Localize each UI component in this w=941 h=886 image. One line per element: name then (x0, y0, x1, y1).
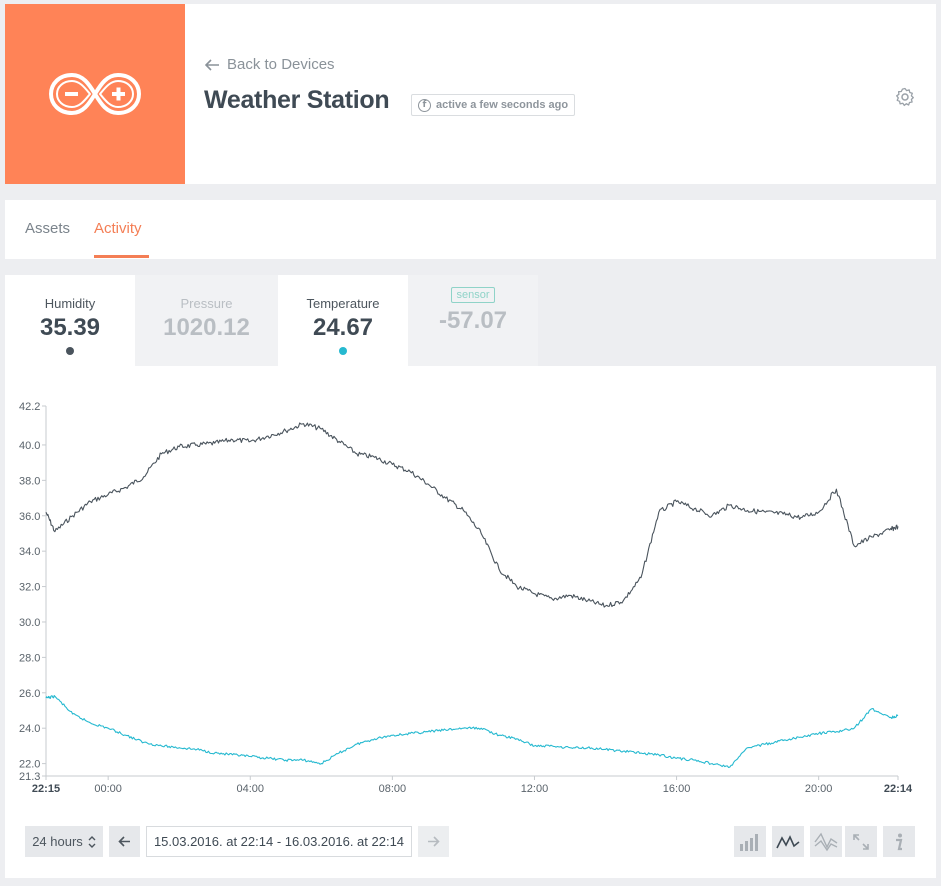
arrow-right-icon (428, 836, 440, 847)
back-link-label: Back to Devices (227, 56, 335, 73)
y-tick-label: 32.0 (19, 582, 40, 594)
x-tick-label: 22:14 (884, 783, 913, 795)
metric-value: 35.39 (39, 314, 101, 341)
area-chart-icon (814, 832, 838, 851)
series-line-temperature (45, 694, 899, 769)
bar-chart-icon (740, 833, 758, 851)
time-range-select[interactable]: 24 hours (25, 826, 103, 857)
x-tick-label: 08:00 (379, 783, 407, 795)
device-logo (5, 4, 185, 184)
metric-label: Humidity (44, 296, 96, 311)
tab-assets[interactable]: Assets (25, 220, 70, 237)
active-tab-indicator (94, 255, 149, 258)
series-color-dot (66, 347, 74, 355)
gear-icon[interactable] (895, 87, 915, 107)
activity-chart: 42.2 40.0 38.0 36.0 34.0 32.0 30.0 28.0 26.0 24.0… (19, 401, 913, 795)
arrow-left-icon (205, 58, 219, 71)
y-tick-label: 36.0 (19, 511, 40, 523)
line-chart-icon (776, 834, 800, 848)
series-color-dot (339, 347, 347, 355)
x-tick-label: 12:00 (521, 783, 549, 795)
page-title: Weather Station (204, 86, 390, 114)
updown-chevron-icon (88, 835, 96, 848)
metric-value: 24.67 (312, 314, 374, 341)
activity-panel: Humidity 35.39 Pressure 1020.12 Temperat… (5, 275, 936, 878)
metric-value: -57.07 (438, 307, 508, 334)
y-tick-label: 42.2 (19, 401, 40, 413)
line-chart-button[interactable] (772, 826, 804, 857)
device-header: Back to Devices Weather Station f active… (5, 4, 936, 184)
expand-icon (853, 833, 869, 850)
metric-label: Pressure (180, 296, 233, 311)
arduino-infinity-icon (48, 72, 142, 116)
sensor-tag: sensor (451, 287, 495, 303)
metric-label: Temperature (306, 296, 380, 311)
status-text: active a few seconds ago (436, 99, 569, 111)
series-line-humidity (45, 422, 899, 608)
back-to-devices-link[interactable]: Back to Devices (205, 56, 335, 73)
x-tick-label: 00:00 (94, 783, 122, 795)
time-range-label: 24 hours (32, 834, 83, 849)
metric-tiles: Humidity 35.39 Pressure 1020.12 Temperat… (5, 275, 936, 366)
y-tick-label: 30.0 (19, 617, 40, 629)
tab-activity[interactable]: Activity (94, 220, 142, 237)
fullscreen-button[interactable] (845, 826, 877, 857)
status-badge: f active a few seconds ago (411, 94, 576, 116)
metric-humidity[interactable]: Humidity 35.39 (5, 275, 135, 366)
y-tick-label: 28.0 (19, 652, 40, 664)
arrow-left-icon (118, 836, 130, 847)
next-range-button[interactable] (418, 826, 449, 857)
metric-temperature[interactable]: Temperature 24.67 (278, 275, 408, 366)
previous-range-button[interactable] (109, 826, 140, 857)
x-tick-label: 20:00 (805, 783, 833, 795)
area-chart-button[interactable] (810, 826, 842, 857)
y-tick-label: 21.3 (19, 771, 40, 783)
info-icon (896, 833, 903, 850)
facebook-icon: f (418, 98, 431, 112)
y-tick-label: 38.0 (19, 475, 40, 487)
y-tick-label: 26.0 (19, 688, 40, 700)
bar-chart-button[interactable] (734, 826, 766, 857)
x-tick-label: 22:15 (32, 783, 60, 795)
x-tick-label: 16:00 (663, 783, 691, 795)
y-tick-label: 34.0 (19, 546, 40, 558)
metric-value: 1020.12 (163, 314, 250, 341)
x-tick-label: 04:00 (237, 783, 265, 795)
y-tick-label: 40.0 (19, 440, 40, 452)
date-range-field[interactable]: 15.03.2016. at 22:14 - 16.03.2016. at 22… (146, 826, 412, 857)
y-tick-label: 24.0 (19, 723, 40, 735)
metric-pressure[interactable]: Pressure 1020.12 (135, 275, 278, 366)
y-tick-label: 22.0 (19, 759, 40, 771)
tab-bar: Assets Activity (5, 200, 936, 259)
metric-sensor[interactable]: sensor -57.07 (408, 275, 538, 366)
info-button[interactable] (883, 826, 915, 857)
